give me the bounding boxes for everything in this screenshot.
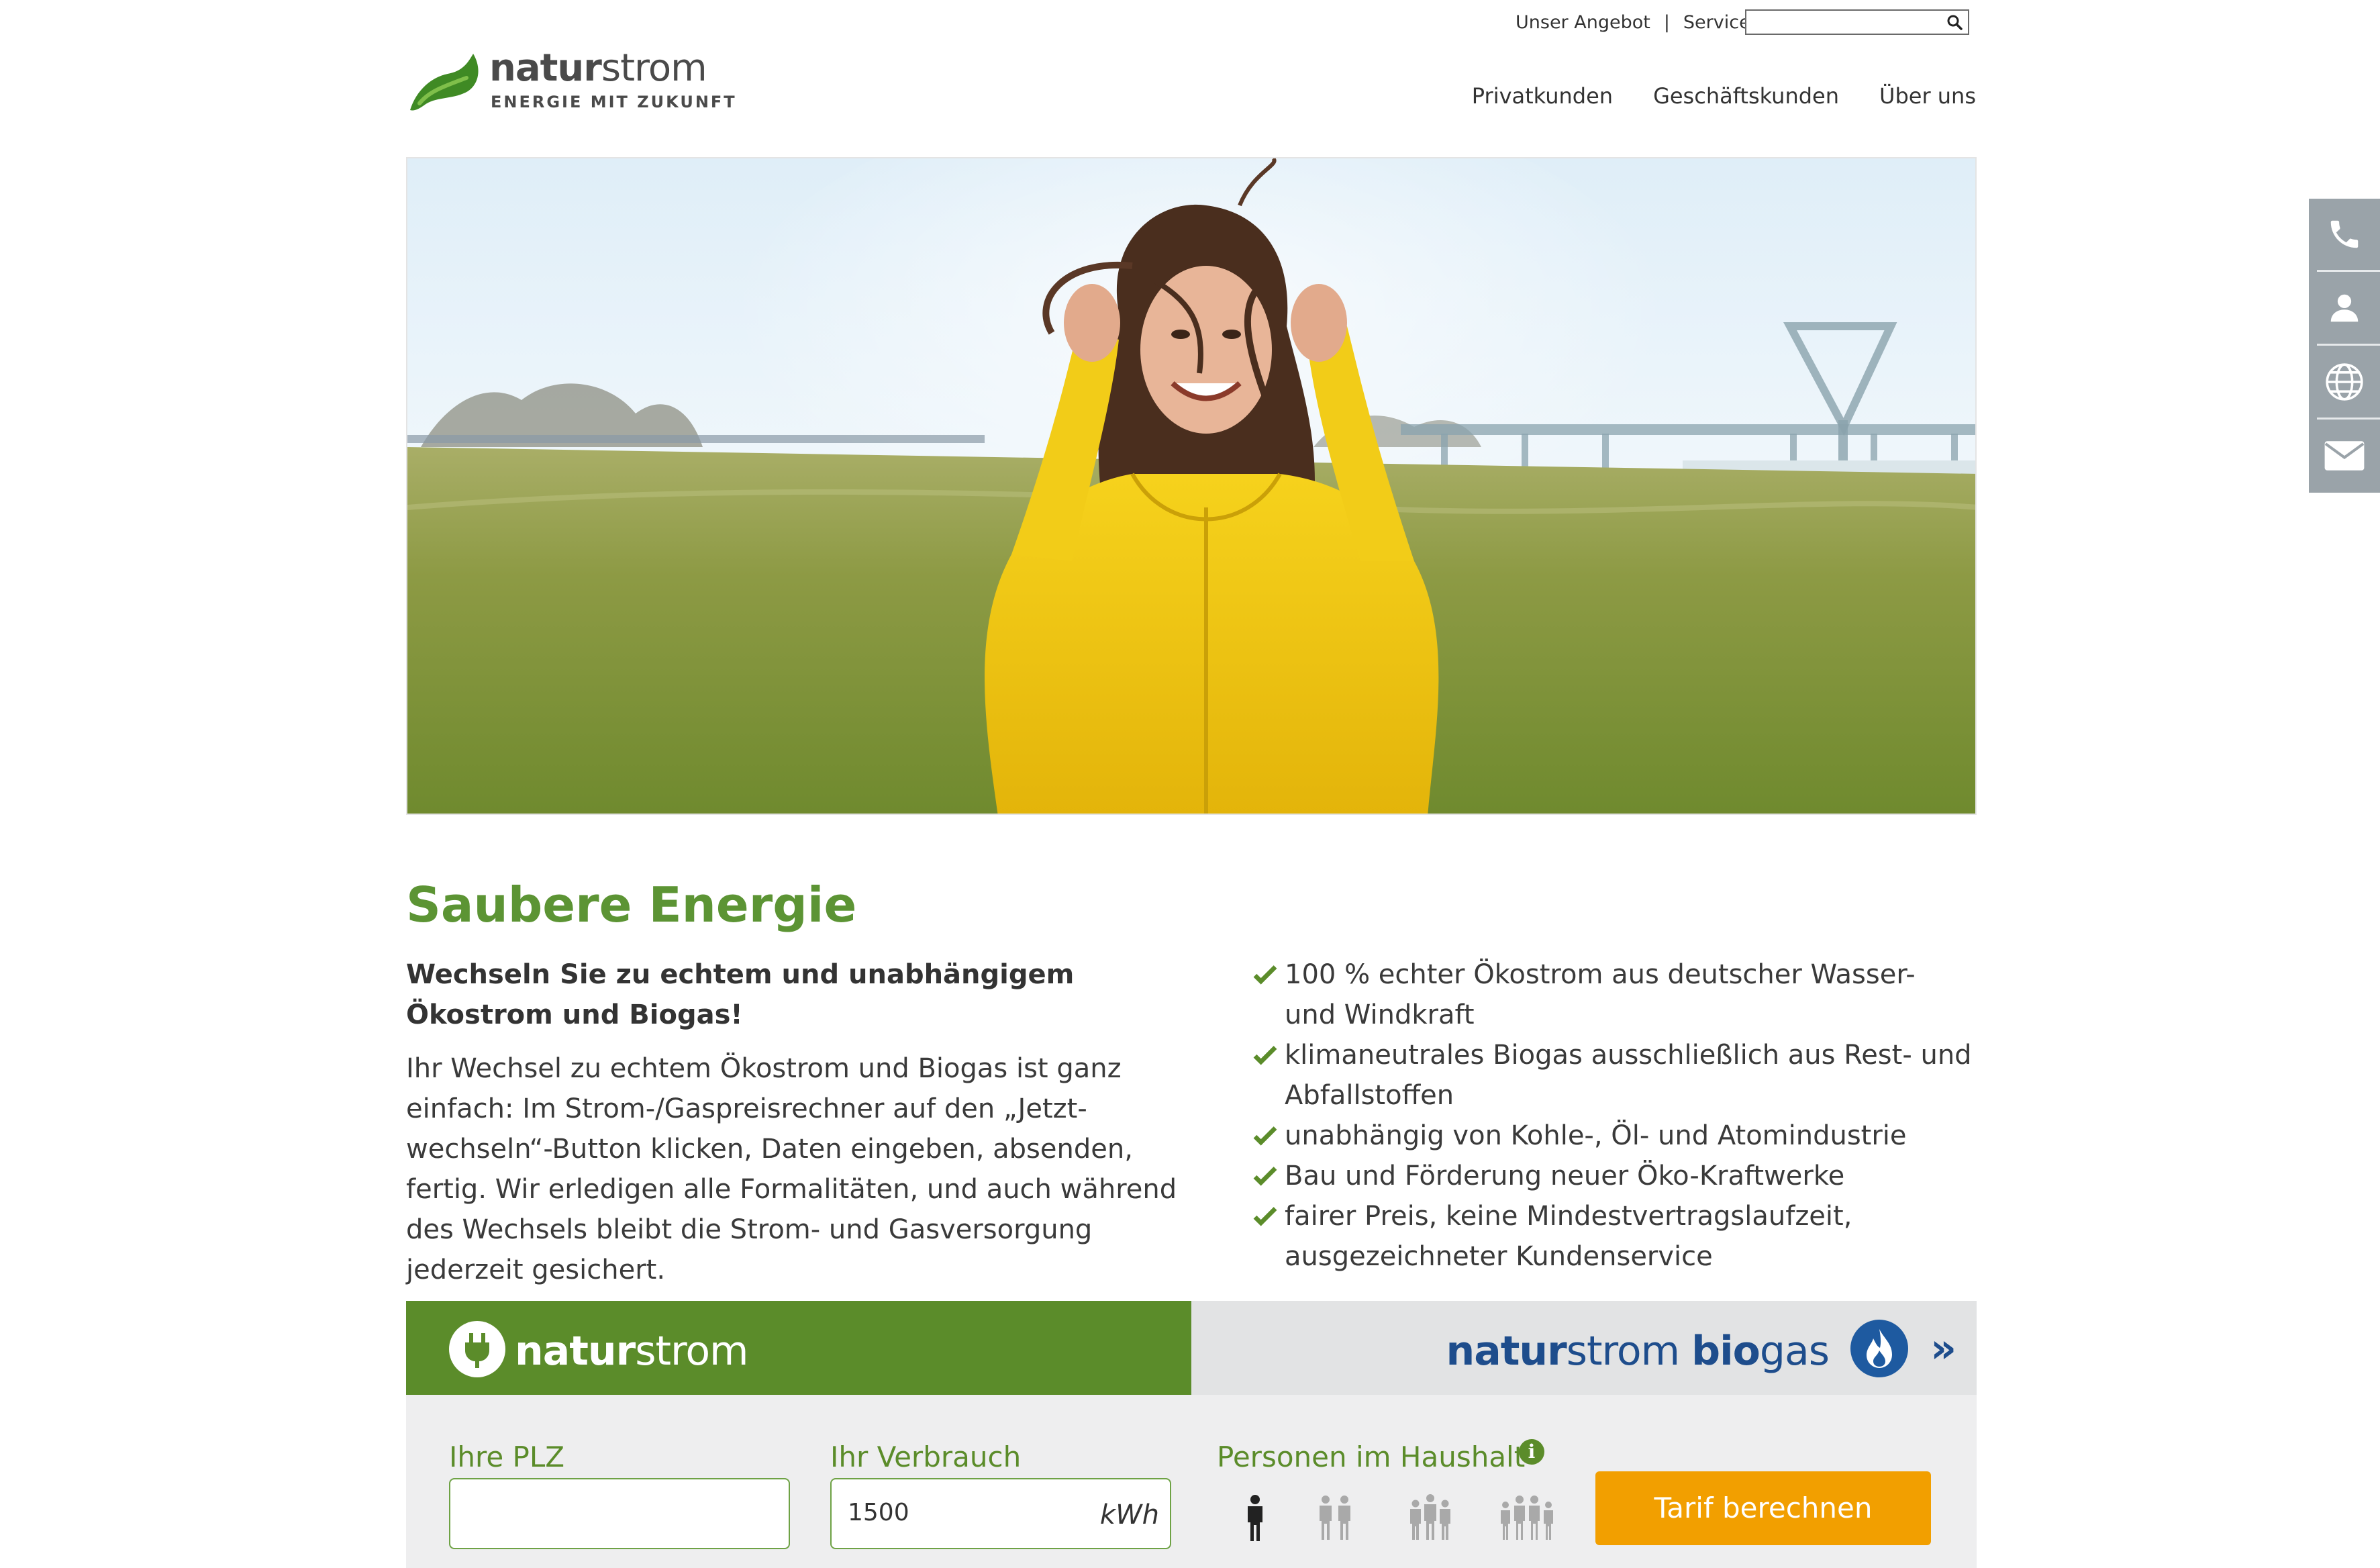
- check-icon: [1253, 1046, 1277, 1065]
- benefit-list: 100 % echter Ökostrom aus deutscher Wass…: [1250, 954, 1975, 1277]
- tarif-berechnen-button[interactable]: Tarif berechnen: [1595, 1471, 1931, 1545]
- lead-text: Wechseln Sie zu echtem und unabhängigem …: [406, 959, 1075, 1030]
- tab-naturstrom[interactable]: naturstrom: [406, 1301, 1191, 1395]
- tab-biogas-label: naturstrom biogas: [1446, 1328, 1830, 1375]
- nav-item-ueber-uns[interactable]: Über uns: [1879, 83, 1976, 109]
- leaf-logo-icon: [410, 54, 479, 111]
- benefit-item: Bau und Förderung neuer Öko-Kraftwerke: [1250, 1156, 1975, 1196]
- nav-item-privatkunden[interactable]: Privatkunden: [1472, 83, 1613, 109]
- check-icon: [1253, 1207, 1277, 1226]
- side-mail[interactable]: [2309, 420, 2380, 491]
- verbrauch-field: kWh: [830, 1478, 1171, 1549]
- tariff-calculator: Ihre PLZ Ihr Verbrauch kWh Personen im H…: [406, 1395, 1977, 1568]
- utility-links: Unser Angebot | Service: [1516, 12, 1750, 33]
- plug-icon: [449, 1321, 505, 1377]
- household-3-persons-option[interactable]: [1407, 1494, 1453, 1541]
- household-1-person-option[interactable]: [1244, 1494, 1267, 1541]
- contact-side-widget: [2309, 199, 2380, 493]
- tab-naturstrom-biogas[interactable]: naturstrom biogas »: [1191, 1301, 1977, 1395]
- household-4-persons-option[interactable]: [1499, 1494, 1555, 1541]
- side-phone[interactable]: [2309, 199, 2380, 270]
- household-2-persons-option[interactable]: [1316, 1494, 1354, 1541]
- utility-separator: |: [1663, 12, 1670, 33]
- naturstrom-logo[interactable]: naturstrom ENERGIE MIT ZUKUNFT: [406, 46, 735, 119]
- benefit-item: 100 % echter Ökostrom aus deutscher Wass…: [1250, 954, 1975, 1035]
- main-navigation: Privatkunden Geschäftskunden Über uns: [1472, 83, 1976, 109]
- tab-naturstrom-label: naturstrom: [515, 1328, 749, 1375]
- side-divider: [2317, 270, 2380, 272]
- hero-image: [406, 157, 1977, 815]
- side-divider: [2317, 418, 2380, 420]
- side-language[interactable]: [2309, 346, 2380, 418]
- verbrauch-unit: kWh: [1099, 1500, 1159, 1530]
- plz-input[interactable]: [450, 1479, 723, 1545]
- flame-icon: [1850, 1320, 1908, 1377]
- nav-item-geschaeftskunden[interactable]: Geschäftskunden: [1653, 83, 1839, 109]
- utility-link-unser-angebot[interactable]: Unser Angebot: [1516, 12, 1650, 33]
- haushalt-label: Personen im Haushalt: [1217, 1440, 1526, 1473]
- phone-icon: [2330, 220, 2359, 248]
- mail-icon: [2324, 441, 2365, 471]
- plz-label: Ihre PLZ: [449, 1440, 565, 1473]
- benefit-item: klimaneutrales Biogas ausschließlich aus…: [1250, 1035, 1975, 1116]
- search-box: [1745, 9, 1969, 35]
- utility-link-service[interactable]: Service: [1683, 12, 1750, 33]
- side-divider: [2317, 344, 2380, 346]
- chevron-right-icon: »: [1930, 1325, 1956, 1372]
- verbrauch-label: Ihr Verbrauch: [830, 1440, 1022, 1473]
- benefit-item: fairer Preis, keine Mindestvertragslaufz…: [1250, 1196, 1975, 1277]
- check-icon: [1253, 1126, 1277, 1146]
- globe-icon: [2326, 363, 2363, 401]
- search-input[interactable]: [1750, 11, 1941, 34]
- benefit-item: unabhängig von Kohle-, Öl- und Atomindus…: [1250, 1116, 1975, 1156]
- info-icon[interactable]: i: [1519, 1439, 1544, 1465]
- body-text: Ihr Wechsel zu echtem Ökostrom und Bioga…: [406, 1053, 1177, 1285]
- check-icon: [1253, 1167, 1277, 1186]
- hero-photo: [407, 158, 1975, 814]
- logo-wordmark: naturstrom: [489, 46, 707, 90]
- check-icon: [1253, 965, 1277, 985]
- logo-tagline: ENERGIE MIT ZUKUNFT: [491, 93, 737, 111]
- plz-field: [449, 1478, 790, 1549]
- user-icon: [2330, 294, 2359, 322]
- side-account[interactable]: [2309, 273, 2380, 344]
- search-icon[interactable]: [1946, 14, 1963, 30]
- page-title: Saubere Energie: [406, 877, 857, 933]
- verbrauch-input[interactable]: [832, 1479, 1104, 1545]
